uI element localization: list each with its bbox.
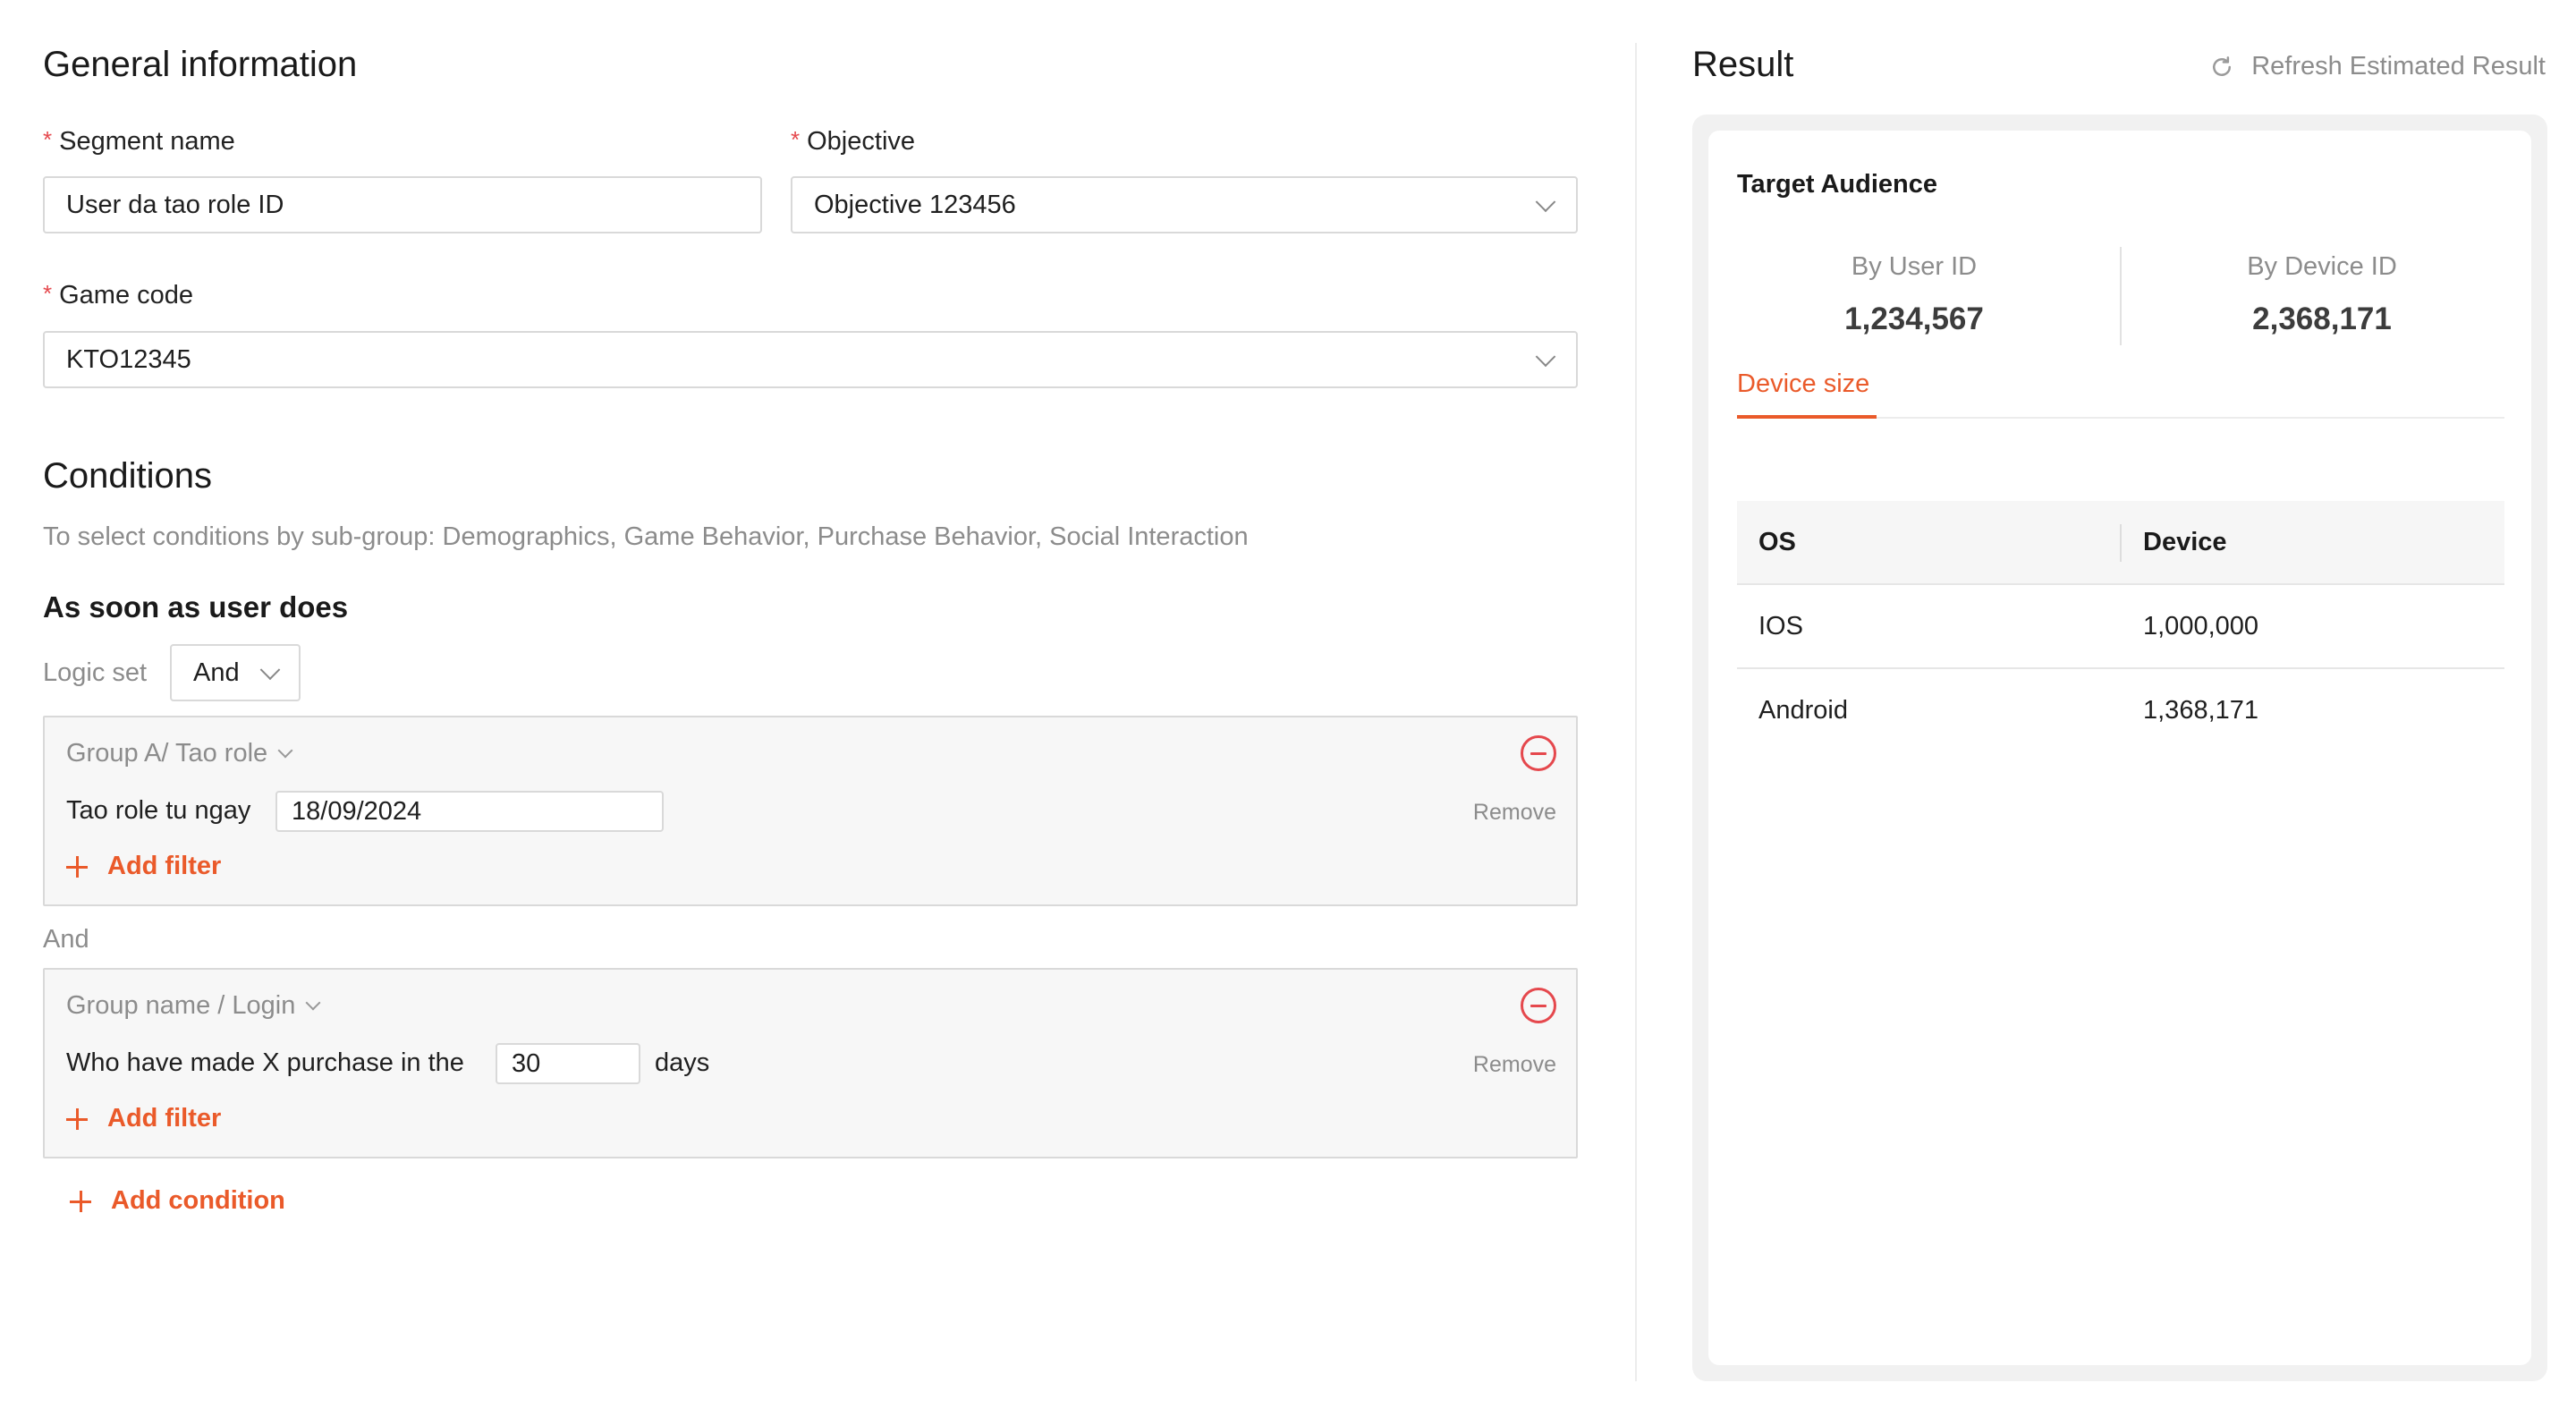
target-audience-card: Target Audience By User ID 1,234,567 By …	[1708, 131, 2531, 1365]
chevron-down-icon	[1535, 191, 1556, 213]
refresh-icon	[2213, 55, 2232, 76]
card-title: Target Audience	[1737, 170, 1937, 199]
general-title: General information	[43, 45, 358, 84]
add-filter-label: Add filter	[107, 852, 222, 880]
plus-icon	[70, 1190, 91, 1212]
table-cell-os: Android	[1758, 695, 1848, 725]
by-user-value: 1,234,567	[1844, 301, 1984, 336]
game-code-select[interactable]: KTO12345	[43, 331, 1578, 388]
condition-group-login: Group name / Login Who have made X purch…	[43, 968, 1578, 1158]
by-user-label: By User ID	[1851, 252, 1978, 281]
remove-group-icon[interactable]	[1521, 735, 1556, 771]
segment-name-input[interactable]	[43, 176, 762, 233]
group-name: Group name / Login	[66, 991, 296, 1020]
game-code-label-text: Game code	[59, 281, 194, 310]
chevron-down-icon	[277, 742, 293, 759]
table-cell-device: 1,368,171	[2143, 695, 2259, 725]
game-code-select-value: KTO12345	[66, 344, 191, 374]
tab-device-size[interactable]: Device size	[1737, 369, 1869, 413]
by-device-label: By Device ID	[2247, 252, 2397, 281]
table-row: IOS 1,000,000	[1737, 585, 2504, 669]
table-cell-device: 1,000,000	[2143, 611, 2259, 641]
logic-set-select[interactable]: And	[170, 644, 301, 701]
group-name: Group A/ Tao role	[66, 739, 268, 768]
add-filter-button[interactable]: Add filter	[66, 1104, 221, 1133]
column-divider	[1635, 43, 1637, 1381]
result-title: Result	[1692, 45, 1794, 84]
remove-filter-link[interactable]: Remove	[1473, 1052, 1556, 1078]
condition-group-a: Group A/ Tao role Tao role tu ngay Remov…	[43, 716, 1578, 906]
tab-device-size-label: Device size	[1737, 369, 1870, 398]
table-header-os: OS	[1758, 527, 1796, 556]
game-code-label: * Game code	[43, 280, 194, 310]
filter-date-input[interactable]	[275, 791, 664, 832]
add-condition-label: Add condition	[111, 1186, 285, 1215]
result-panel: Target Audience By User ID 1,234,567 By …	[1692, 115, 2547, 1381]
chevron-down-icon	[259, 659, 281, 681]
conditions-title: Conditions	[43, 456, 213, 496]
add-condition-button[interactable]: Add condition	[70, 1186, 285, 1216]
objective-select-value: Objective 123456	[814, 190, 1016, 219]
plus-icon	[66, 1107, 88, 1130]
conditions-subtitle: To select conditions by sub-group: Demog…	[43, 522, 1249, 551]
plus-icon	[66, 855, 88, 878]
refresh-button[interactable]: Refresh Estimated Result	[2208, 52, 2546, 81]
table-header: OS Device	[1737, 501, 2504, 585]
remove-group-icon[interactable]	[1521, 988, 1556, 1023]
group-logic-label: And	[43, 925, 89, 954]
remove-filter-link[interactable]: Remove	[1473, 800, 1556, 826]
by-user-stat: By User ID 1,234,567	[1708, 252, 2120, 337]
chevron-down-icon	[305, 995, 321, 1011]
device-table: OS Device IOS 1,000,000 Android 1,368,17…	[1737, 501, 2504, 751]
logic-set-value: And	[193, 658, 240, 687]
group-name-select[interactable]: Group name / Login	[66, 991, 321, 1021]
refresh-label: Refresh Estimated Result	[2251, 52, 2546, 81]
section-title: As soon as user does	[43, 590, 349, 624]
header-divider	[2120, 524, 2122, 562]
filter-label: Tao role tu ngay	[66, 796, 251, 825]
tab-active-indicator	[1737, 415, 1877, 419]
objective-label: * Objective	[791, 126, 916, 156]
chevron-down-icon	[1535, 346, 1556, 368]
segment-name-label: * Segment name	[43, 126, 235, 156]
table-cell-os: IOS	[1758, 611, 1803, 641]
table-row: Android 1,368,171	[1737, 669, 2504, 751]
objective-label-text: Objective	[807, 127, 916, 156]
by-device-value: 2,368,171	[2252, 301, 2392, 336]
objective-select[interactable]: Objective 123456	[791, 176, 1578, 233]
add-filter-label: Add filter	[107, 1104, 222, 1133]
by-device-stat: By Device ID 2,368,171	[2122, 252, 2522, 337]
add-filter-button[interactable]: Add filter	[66, 852, 221, 881]
segment-name-label-text: Segment name	[59, 127, 235, 156]
table-header-device: Device	[2143, 527, 2227, 556]
filter-label: Who have made X purchase in the	[66, 1048, 464, 1077]
filter-suffix: days	[655, 1048, 710, 1077]
group-name-select[interactable]: Group A/ Tao role	[66, 739, 293, 768]
filter-number-input[interactable]	[496, 1043, 640, 1084]
logic-set-label: Logic set	[43, 658, 148, 687]
